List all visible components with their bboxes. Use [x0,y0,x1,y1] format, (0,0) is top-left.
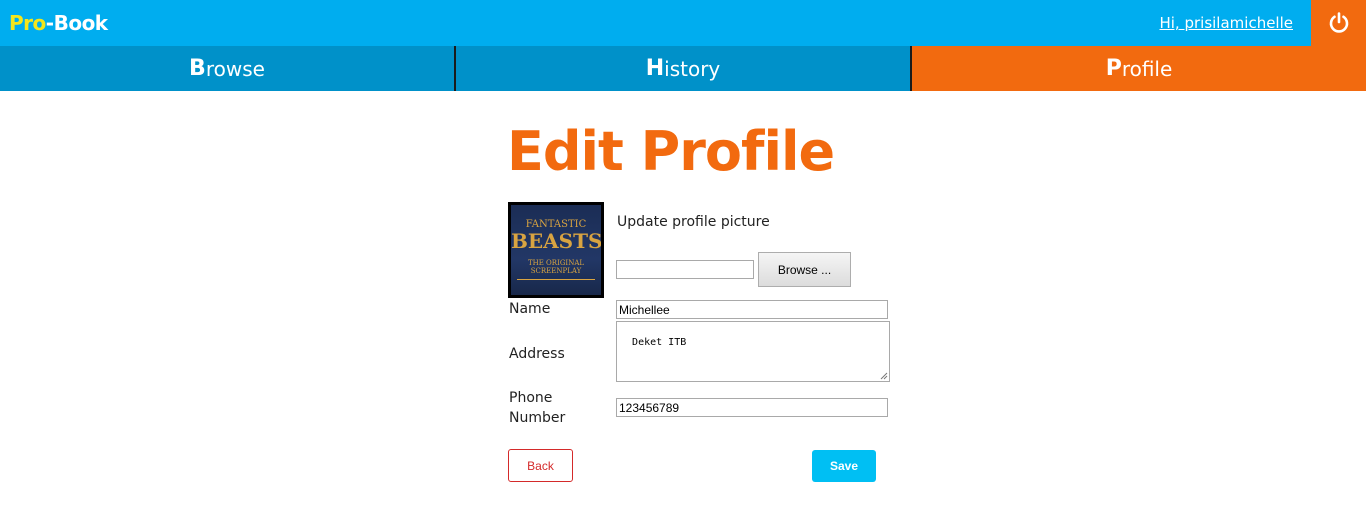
top-header: Pro-Book Hi, prisilamichelle [0,0,1366,46]
address-label: Address [509,346,565,362]
tab-history-label: istory [664,56,721,81]
update-picture-label: Update profile picture [617,214,770,230]
cover-line-2: BEASTS [511,229,601,253]
phone-field[interactable]: 123456789 [616,398,888,417]
browse-button[interactable]: Browse ... [758,252,851,287]
tab-profile-label: rofile [1121,56,1173,81]
logo-dash: - [45,11,54,35]
page-title: Edit Profile [507,120,835,183]
back-button[interactable]: Back [508,449,573,482]
save-button[interactable]: Save [812,450,876,482]
profile-picture: FANTASTIC BEASTS THE ORIGINAL SCREENPLAY [508,202,604,298]
file-path-field[interactable] [616,260,754,279]
logo-pro-text: Pro [9,11,46,35]
tab-profile[interactable]: Profile [912,46,1366,91]
tab-history-initial: H [645,56,665,81]
phone-label: Phone Number [509,390,566,426]
cover-line-3: THE ORIGINAL SCREENPLAY [527,259,585,275]
tab-browse-initial: B [189,56,206,81]
power-icon [1329,12,1348,33]
logo-book-text: Book [53,11,109,35]
profile-picture-image: FANTASTIC BEASTS THE ORIGINAL SCREENPLAY [511,205,601,295]
user-greeting-link[interactable]: Hi, prisilamichelle [1159,14,1293,32]
name-label: Name [509,301,551,317]
tab-history[interactable]: History [456,46,912,91]
tab-browse[interactable]: Browse [0,46,456,91]
tab-browse-label: rowse [205,56,265,81]
address-textarea[interactable]: Deket ITB [616,321,890,382]
app-logo[interactable]: Pro-Book [9,11,108,35]
name-field[interactable]: Michellee [616,300,888,319]
logout-button[interactable] [1311,0,1366,46]
resize-grip-icon[interactable] [880,372,888,380]
main-nav: Browse History Profile [0,46,1366,91]
cover-ornament [517,279,595,291]
address-value: Deket ITB [632,337,687,348]
tab-profile-initial: P [1105,56,1122,81]
